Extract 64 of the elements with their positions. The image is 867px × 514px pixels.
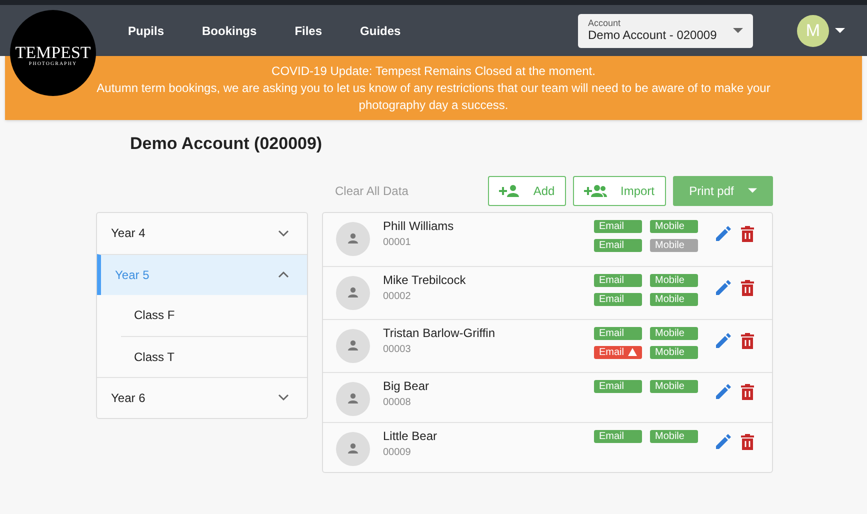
edit-icon[interactable] [715, 280, 731, 296]
caret-icon [748, 188, 757, 193]
status-tag: Email [594, 380, 642, 392]
account-select[interactable]: Account Demo Account - 020009 [578, 14, 753, 48]
avatar-icon [336, 432, 370, 466]
page-title: Demo Account (020009) [130, 133, 324, 155]
delete-icon[interactable] [741, 434, 754, 450]
nav-link[interactable]: Guides [360, 22, 401, 40]
status-tag: Mobile [650, 380, 698, 392]
status-tag: Email [594, 430, 642, 442]
account-label: Account [588, 18, 622, 28]
pupil-name: Phill Williams [383, 218, 455, 234]
edit-icon[interactable] [715, 332, 731, 348]
nav-link[interactable]: Pupils [128, 22, 164, 40]
avatar-icon [336, 222, 370, 256]
add-person-icon [499, 184, 522, 198]
status-tag: Mobile [650, 292, 698, 306]
status-tag: Email [594, 292, 642, 306]
chevron-down-icon [278, 394, 289, 401]
add-group-icon [584, 184, 608, 198]
nav-link[interactable]: Files [294, 22, 322, 40]
chevron-up-icon [278, 271, 289, 278]
pupil-id: 00003 [383, 342, 412, 356]
delete-icon[interactable] [741, 280, 754, 296]
edit-icon[interactable] [715, 226, 731, 242]
caret-icon [733, 28, 743, 33]
status-tag: Email [594, 326, 642, 340]
warning-icon [628, 348, 638, 356]
pupil-id: 00008 [383, 396, 412, 410]
status-tag: Mobile [650, 238, 698, 252]
status-tag: Mobile [650, 220, 698, 232]
caret-icon[interactable] [835, 28, 845, 33]
chevron-down-icon [278, 230, 289, 236]
nav-link[interactable]: Bookings [202, 22, 257, 40]
delete-icon[interactable] [741, 226, 754, 242]
status-tag: Email [594, 274, 642, 286]
status-tag: Mobile [650, 430, 698, 442]
account-value: Demo Account - 020009 [588, 28, 717, 43]
pupil-name: Tristan Barlow-Griffin [383, 326, 496, 340]
avatar-icon [336, 276, 370, 310]
pupil-id: 00009 [383, 446, 412, 460]
edit-icon[interactable] [715, 384, 731, 400]
avatar-icon [336, 382, 370, 416]
pupil-name: Mike Trebilcock [383, 272, 467, 288]
status-tag: Email [594, 220, 642, 232]
status-tag: Mobile [650, 326, 698, 340]
edit-icon[interactable] [715, 434, 731, 450]
banner-text: COVID-19 Update: Tempest Remains Closed at the moment. Autumn term bookings, we are asking you to let us know of any restrictions that our team will need to be aware of to make your photography day a success. [96, 62, 772, 114]
status-tag: Mobile [650, 274, 698, 286]
class-item[interactable]: Class T [121, 336, 307, 376]
class-item[interactable]: Class F [121, 294, 307, 336]
pupil-id: 00001 [383, 236, 412, 250]
delete-icon[interactable] [741, 332, 754, 348]
status-tag: Mobile [650, 346, 698, 358]
pupil-name: Big Bear [383, 378, 430, 394]
status-tag: Email [594, 346, 642, 358]
avatar-icon [336, 328, 370, 362]
logo-name: TEMPEST [15, 44, 91, 61]
delete-icon[interactable] [741, 384, 754, 400]
pupil-id: 00002 [383, 290, 412, 304]
pupil-name: Little Bear [383, 428, 438, 444]
status-tag: Email [594, 238, 642, 252]
year-item[interactable]: Year 6 [97, 376, 307, 418]
year-item[interactable]: Year 4 [97, 212, 307, 254]
